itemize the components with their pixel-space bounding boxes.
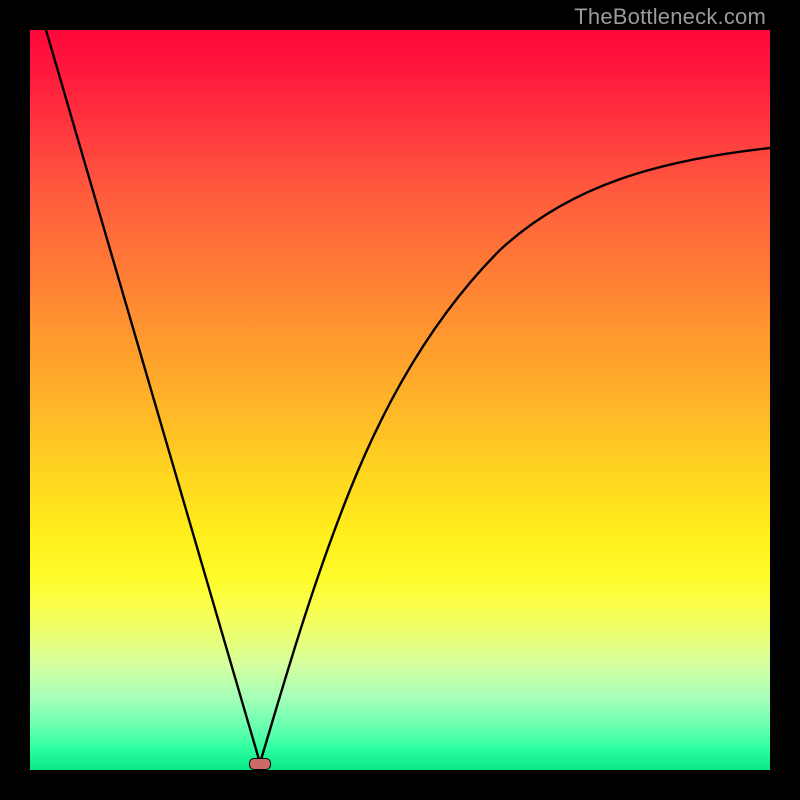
- curve-right-branch: [260, 148, 770, 763]
- watermark-text: TheBottleneck.com: [574, 4, 766, 30]
- bottleneck-curve: [30, 30, 770, 770]
- curve-left-branch: [46, 30, 260, 763]
- optimal-point-marker: [249, 758, 271, 770]
- chart-frame: TheBottleneck.com: [0, 0, 800, 800]
